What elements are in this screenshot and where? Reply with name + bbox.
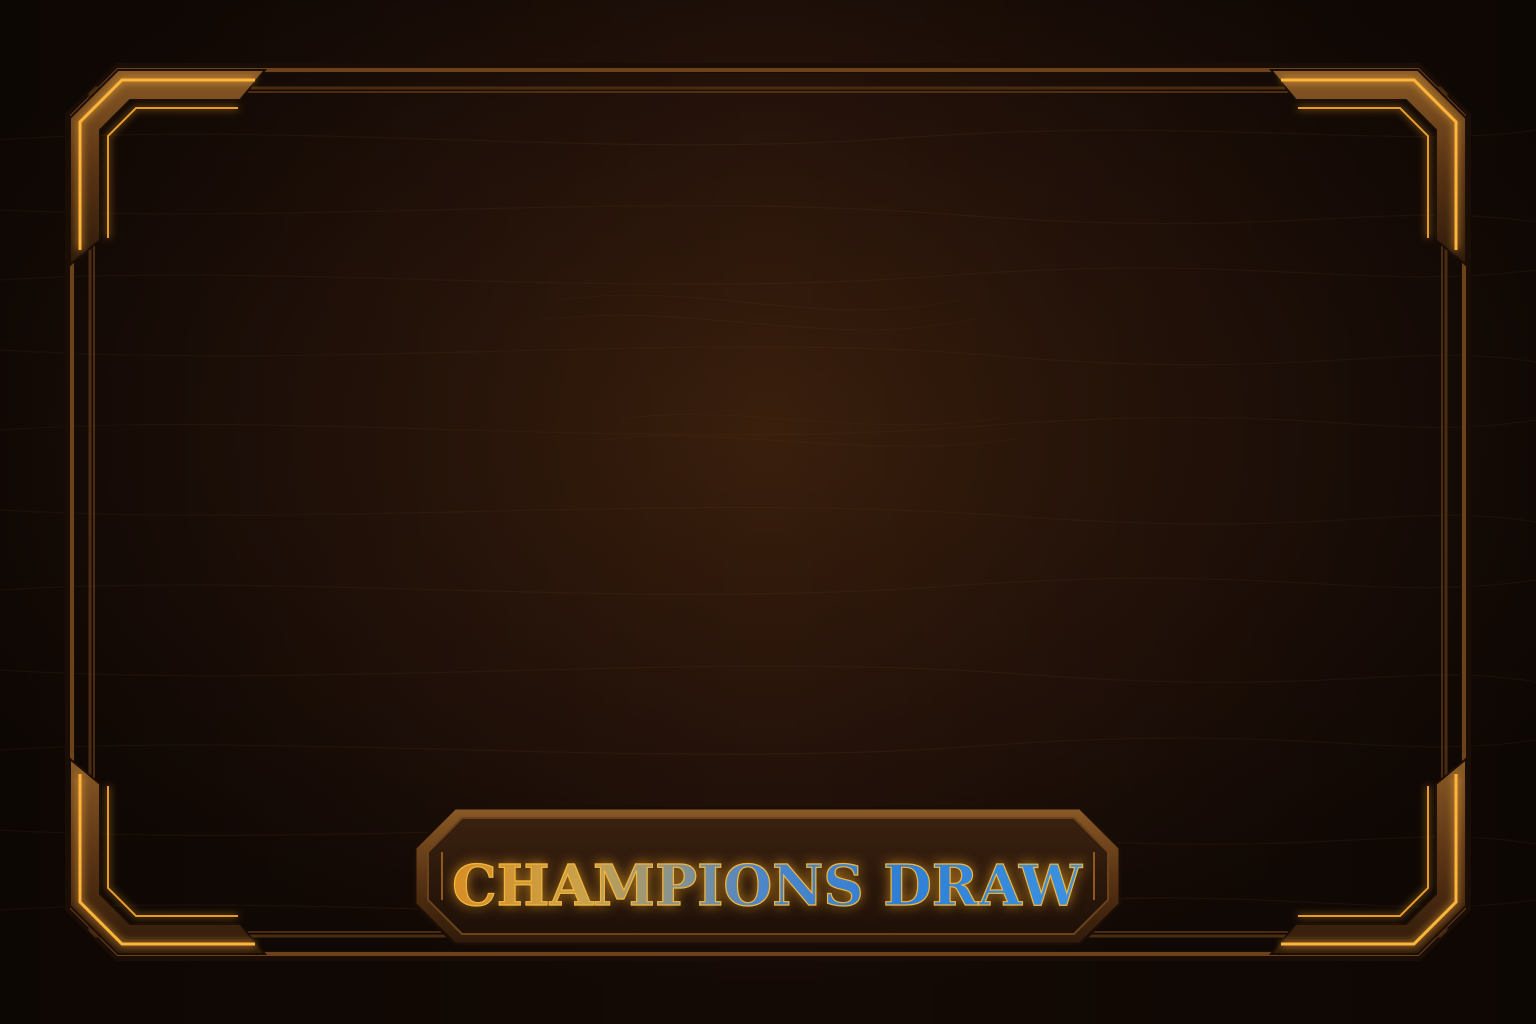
game-title: CHAMPIONS DRAW (440, 846, 1094, 926)
corner-bottom-left (69, 756, 268, 955)
game-screen: CHAMPIONS DRAW (0, 0, 1536, 1024)
corner-bottom-right (1268, 756, 1467, 955)
corner-top-left (69, 69, 268, 268)
corner-top-right (1268, 69, 1467, 268)
